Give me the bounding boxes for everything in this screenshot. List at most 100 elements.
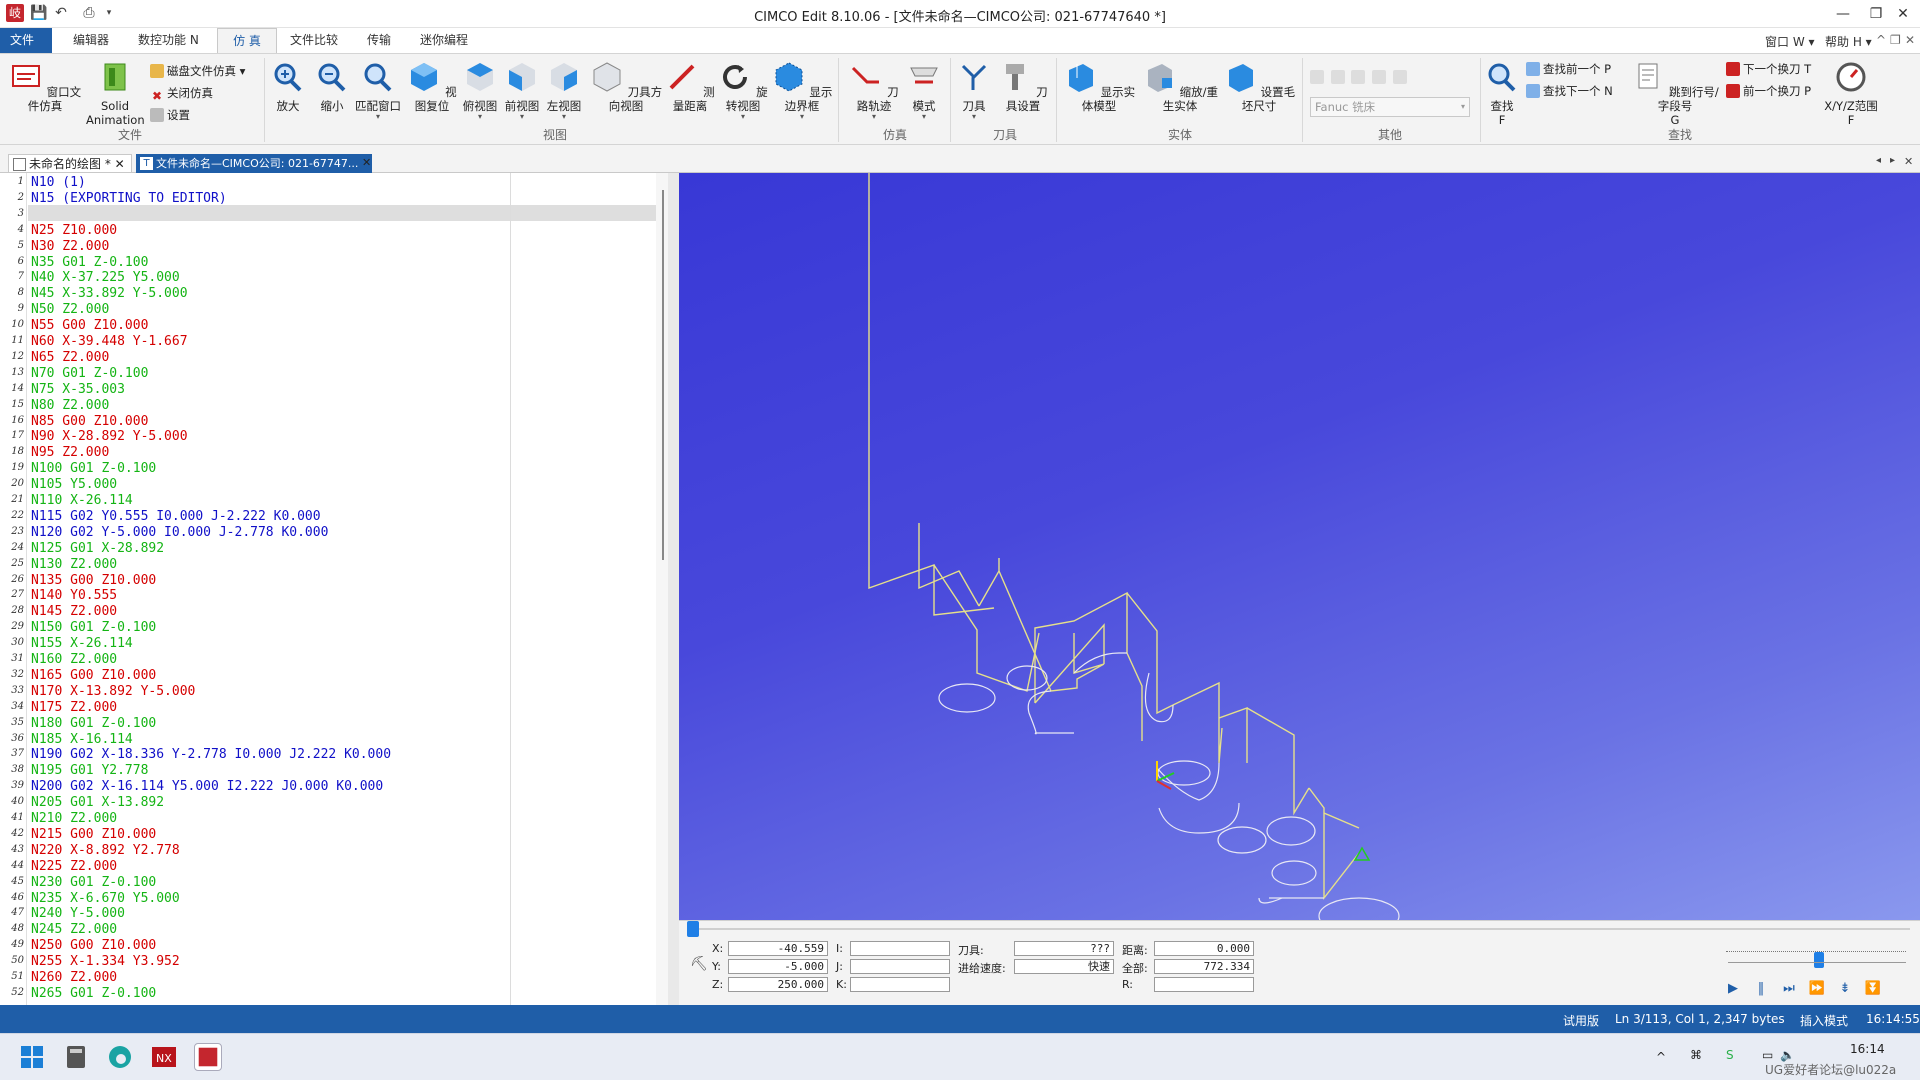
tab-scroll-right-icon[interactable]: ▸ xyxy=(1890,155,1895,166)
sim-speed-track[interactable] xyxy=(1726,942,1906,952)
code-line[interactable]: N185 X-16.114 xyxy=(31,732,133,747)
tool-settings-button[interactable]: 刀具设置 xyxy=(996,60,1050,113)
tab-drawing[interactable]: 未命名的绘图 * ✕ xyxy=(8,154,132,173)
machine-type-dropdown[interactable]: Fanuc 铣床 ▾ xyxy=(1310,97,1470,117)
code-line[interactable]: N15 (EXPORTING TO EDITOR) xyxy=(31,191,227,206)
calculator-icon[interactable] xyxy=(62,1043,90,1071)
tab-mini-programming[interactable]: 迷你编程 xyxy=(410,28,478,53)
code-line[interactable]: N10 (1) xyxy=(31,175,86,190)
network-icon[interactable]: ⌘ xyxy=(1690,1048,1702,1062)
code-line[interactable]: N160 Z2.000 xyxy=(31,652,117,667)
code-line[interactable]: N65 Z2.000 xyxy=(31,350,109,365)
prev-tool-change-button[interactable]: 前一个换刀 P xyxy=(1726,82,1811,100)
code-line[interactable]: N155 X-26.114 xyxy=(31,636,133,651)
tool-button[interactable]: 刀具 ▾ xyxy=(954,60,994,121)
code-line[interactable]: N100 G01 Z-0.100 xyxy=(31,461,156,476)
code-line[interactable]: N180 G01 Z-0.100 xyxy=(31,716,156,731)
code-line[interactable]: N90 X-28.892 Y-5.000 xyxy=(31,429,188,444)
code-line[interactable]: N145 Z2.000 xyxy=(31,604,117,619)
solid-animation-button[interactable]: Solid Animation xyxy=(86,60,145,127)
code-line[interactable]: N50 Z2.000 xyxy=(31,302,109,317)
close-sim-button[interactable]: ✖ 关闭仿真 xyxy=(150,84,213,103)
code-line[interactable]: N165 G00 Z10.000 xyxy=(31,668,156,683)
tab-file-compare[interactable]: 文件比较 xyxy=(280,28,348,53)
close-button[interactable]: ✕ xyxy=(1884,2,1920,26)
code-line[interactable]: N245 Z2.000 xyxy=(31,922,117,937)
collapse-ribbon-icon[interactable]: ^ xyxy=(1876,33,1886,47)
nx-app-icon[interactable]: NX xyxy=(150,1043,178,1071)
windows-start-icon[interactable] xyxy=(18,1043,46,1071)
step-forward-icon[interactable]: ⏭ xyxy=(1780,980,1798,998)
code-line[interactable]: N250 G00 Z10.000 xyxy=(31,938,156,953)
zoom-out-button[interactable]: 缩小 xyxy=(312,60,352,113)
splitter[interactable] xyxy=(668,173,679,1005)
code-line[interactable]: N225 Z2.000 xyxy=(31,859,117,874)
settings-button[interactable]: 设置 xyxy=(150,106,190,124)
to-end-icon[interactable]: ⏬ xyxy=(1864,980,1882,998)
code-line[interactable]: N40 X-37.225 Y5.000 xyxy=(31,270,180,285)
next-z-icon[interactable]: ⇟ xyxy=(1836,980,1854,998)
code-line[interactable]: N125 G01 X-28.892 xyxy=(31,541,164,556)
nc-code-editor[interactable]: 1N10 (1)2N15 (EXPORTING TO EDITOR)3N20 G… xyxy=(0,173,668,1005)
tab-transfer[interactable]: 传输 xyxy=(357,28,401,53)
tab-nc-file[interactable]: T 文件未命名—CIMCO公司: 021-67747... xyxy=(136,154,372,173)
code-line[interactable]: N200 G02 X-16.114 Y5.000 I2.222 J0.000 K… xyxy=(31,779,383,794)
editor-scrollbar-thumb[interactable] xyxy=(662,190,664,560)
front-view-button[interactable]: 前视图 ▾ xyxy=(502,60,542,121)
code-line[interactable]: N255 X-1.334 Y3.952 xyxy=(31,954,180,969)
show-solid-model-button[interactable]: 显示实体模型 xyxy=(1062,60,1136,113)
code-line[interactable]: N70 G01 Z-0.100 xyxy=(31,366,148,381)
cancel-sim-icon[interactable] xyxy=(1371,70,1386,84)
code-line[interactable]: N260 Z2.000 xyxy=(31,970,117,985)
top-view-button[interactable]: 俯视图 ▾ xyxy=(460,60,500,121)
zoom-in-button[interactable]: 放大 xyxy=(268,60,308,113)
measure-distance-button[interactable]: 测量距离 xyxy=(664,60,716,113)
menu-window[interactable]: 窗口 W ▾ xyxy=(1765,33,1815,50)
security-icon[interactable]: S xyxy=(1726,1048,1734,1062)
volume-icon[interactable]: 🔈 xyxy=(1780,1048,1795,1062)
code-line[interactable]: N25 Z10.000 xyxy=(31,223,117,238)
fit-window-button[interactable]: 匹配窗口 ▾ xyxy=(354,60,402,121)
close-tab-icon[interactable]: ✕ xyxy=(115,157,125,171)
tool-direction-view-button[interactable]: 刀具方向视图 xyxy=(588,60,664,113)
code-line[interactable]: N220 X-8.892 Y2.778 xyxy=(31,843,180,858)
fast-forward-icon[interactable]: ⏩ xyxy=(1808,980,1826,998)
code-line[interactable]: N235 X-6.670 Y5.000 xyxy=(31,891,180,906)
toolpath-button[interactable]: 刀路轨迹 ▾ xyxy=(846,60,902,121)
next-tool-change-button[interactable]: 下一个换刀 T xyxy=(1726,60,1811,78)
code-line[interactable]: N265 G01 Z-0.100 xyxy=(31,986,156,1001)
tab-scroll-left-icon[interactable]: ◂ xyxy=(1876,155,1881,166)
taskbar-clock[interactable]: 16:14 xyxy=(1850,1042,1885,1056)
stock-size-button[interactable]: 设置毛坯尺寸 xyxy=(1222,60,1296,113)
code-line[interactable]: N80 Z2.000 xyxy=(31,398,109,413)
code-line[interactable]: N230 G01 Z-0.100 xyxy=(31,875,156,890)
code-line[interactable]: N135 G00 Z10.000 xyxy=(31,573,156,588)
vector-icon[interactable] xyxy=(1310,70,1324,84)
tab-editor[interactable]: 编辑器 xyxy=(63,28,119,53)
simulation-viewport[interactable] xyxy=(679,173,1920,920)
code-line[interactable]: N30 Z2.000 xyxy=(31,239,109,254)
code-line[interactable]: N130 Z2.000 xyxy=(31,557,117,572)
play-icon[interactable]: ▶ xyxy=(1724,980,1742,998)
tab-file[interactable]: 文件 F xyxy=(0,28,52,72)
mode-button[interactable]: 模式 ▾ xyxy=(904,60,944,121)
code-line[interactable]: N190 G02 X-18.336 Y-2.778 I0.000 J2.222 … xyxy=(31,747,391,762)
sim-speed-thumb[interactable] xyxy=(1814,952,1824,968)
jump-to-line-button[interactable]: 跳到行号/字段号 G xyxy=(1630,60,1720,127)
sim-progress-track[interactable] xyxy=(690,928,1910,930)
code-line[interactable]: N140 Y0.555 xyxy=(31,588,117,603)
code-line[interactable]: N105 Y5.000 xyxy=(31,477,117,492)
code-line[interactable]: N195 G01 Y2.778 xyxy=(31,763,148,778)
rotate-view-button[interactable]: 旋转视图 ▾ xyxy=(718,60,768,121)
close-all-tabs-icon[interactable]: ✕ xyxy=(1904,155,1913,168)
sim-progress-thumb[interactable] xyxy=(687,921,699,937)
zoom-regen-solid-button[interactable]: 缩放/重生实体 xyxy=(1140,60,1220,113)
code-line[interactable]: N175 Z2.000 xyxy=(31,700,117,715)
code-line[interactable]: N45 X-33.892 Y-5.000 xyxy=(31,286,188,301)
print-sim-icon[interactable] xyxy=(1330,70,1345,84)
code-line[interactable]: N115 G02 Y0.555 I0.000 J-2.222 K0.000 xyxy=(31,509,321,524)
code-line[interactable]: N60 X-39.448 Y-1.667 xyxy=(31,334,188,349)
cimco-app-icon[interactable] xyxy=(194,1043,222,1071)
code-line[interactable]: N240 Y-5.000 xyxy=(31,906,125,921)
view-reset-button[interactable]: 视图复位 xyxy=(406,60,458,113)
